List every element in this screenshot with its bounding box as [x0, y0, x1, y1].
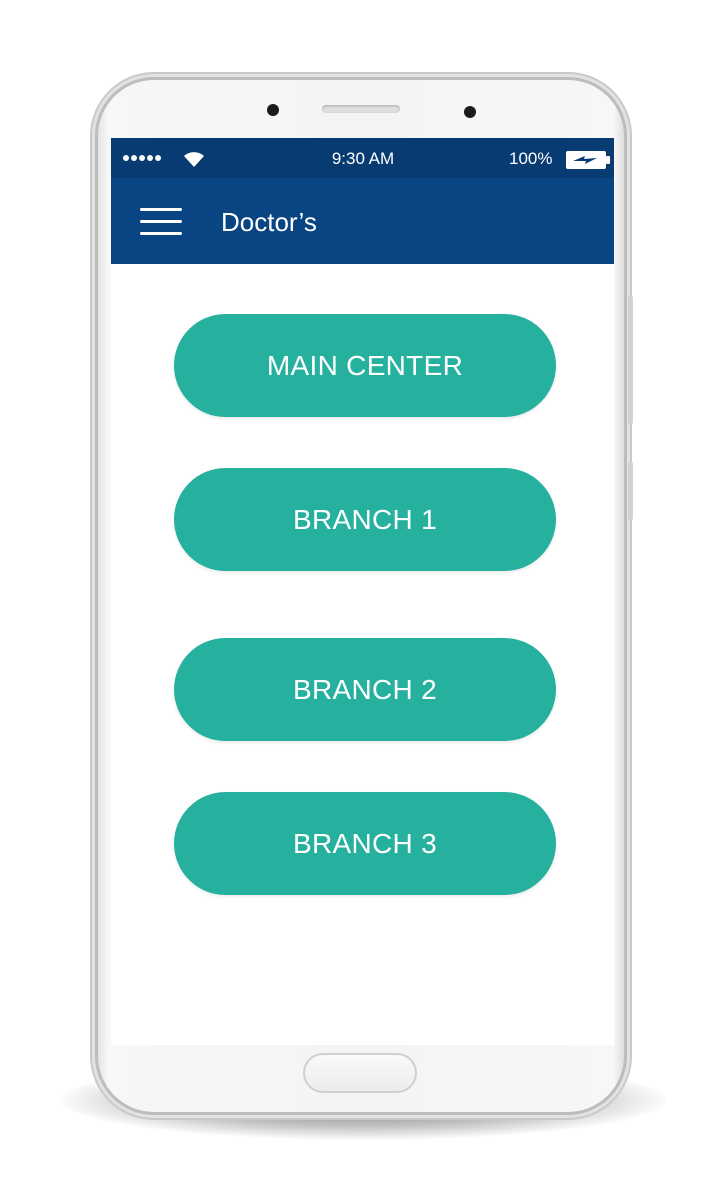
wifi-icon [184, 152, 204, 167]
home-button[interactable] [303, 1053, 417, 1093]
branch-1-button[interactable]: BRANCH 1 [174, 468, 556, 571]
volume-button [628, 296, 633, 424]
battery-charging-icon [566, 151, 610, 169]
branch-list: MAIN CENTER BRANCH 1 BRANCH 2 BRANCH 3 [111, 264, 614, 1045]
status-time: 9:30 AM [331, 149, 395, 168]
main-center-button[interactable]: MAIN CENTER [174, 314, 556, 417]
front-camera-icon [267, 104, 279, 116]
device-mockup: 9:30 AM 100% Doctor’s MAIN CENTER BRANCH… [0, 0, 726, 1200]
app-bar: Doctor’s [111, 178, 614, 264]
power-button [628, 462, 633, 520]
signal-dots-icon [123, 155, 161, 161]
branch-2-button[interactable]: BRANCH 2 [174, 638, 556, 741]
branch-3-button[interactable]: BRANCH 3 [174, 792, 556, 895]
status-bar: 9:30 AM 100% [111, 138, 614, 178]
phone-screen: 9:30 AM 100% Doctor’s MAIN CENTER BRANCH… [111, 138, 614, 1045]
earpiece-speaker [322, 105, 400, 113]
hamburger-menu-icon[interactable] [140, 207, 182, 237]
battery-percentage: 100% [509, 149, 553, 168]
sensor-icon [464, 106, 476, 118]
page-title: Doctor’s [221, 207, 317, 237]
